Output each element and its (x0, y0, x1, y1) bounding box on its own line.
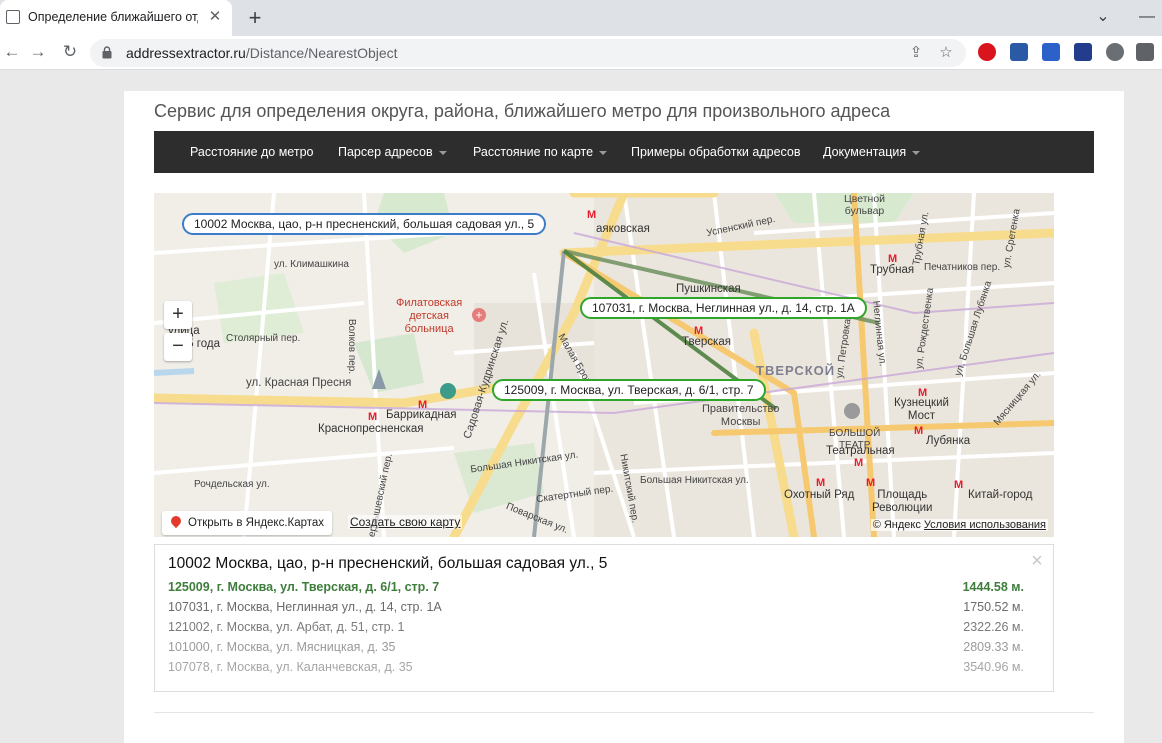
metro-label: Краснопресненская (318, 423, 424, 435)
minimize-icon[interactable]: — (1134, 4, 1160, 30)
metro-icon: М (866, 477, 876, 489)
chevron-down-icon (438, 150, 447, 155)
target-balloon[interactable]: 107031, г. Москва, Неглинная ул., д. 14,… (580, 297, 867, 319)
street-label: ул. Климашкина (274, 259, 349, 270)
street-label: Рочдельская ул. (194, 479, 270, 490)
street-label: Печатников пер. (924, 262, 1001, 273)
result-distance: 1444.58 м. (962, 580, 1024, 594)
back-icon[interactable]: ← (0, 40, 24, 64)
metro-label: Лубянка (926, 435, 971, 447)
result-address: 101000, г. Москва, ул. Мясницкая, д. 35 (168, 640, 396, 654)
metro-icon: М (816, 477, 826, 489)
divider (154, 712, 1094, 713)
nav-item-examples[interactable]: Примеры обработки адресов (631, 131, 801, 173)
metro-icon: М (587, 209, 597, 221)
street-label: Столярный пер. (226, 333, 301, 344)
chevron-down-icon (599, 150, 608, 155)
lock-icon (102, 46, 112, 59)
extensions-puzzle-icon[interactable] (1136, 43, 1154, 61)
result-row: 121002, г. Москва, ул. Арбат, д. 51, стр… (168, 620, 1024, 640)
bookmark-star-icon[interactable]: ☆ (936, 43, 956, 63)
metro-label: Трубная (870, 264, 915, 276)
chevron-down-icon (912, 150, 921, 155)
nav-item-address-parser[interactable]: Парсер адресов (338, 131, 447, 173)
browser-tab[interactable]: Определение ближайшего отде ✕ (0, 0, 232, 36)
new-tab-button[interactable]: + (242, 5, 268, 31)
nearest-results-panel: 10002 Москва, цао, р-н пресненский, боль… (154, 544, 1054, 692)
result-address: 107031, г. Москва, Неглинная ул., д. 14,… (168, 600, 442, 614)
open-yandex-maps-button[interactable]: Открыть в Яндекс.Картах (162, 511, 333, 535)
nav-item-docs[interactable]: Документация (823, 131, 921, 173)
result-distance: 2322.26 м. (963, 620, 1024, 634)
result-address: 107078, г. Москва, ул. Каланчевская, д. … (168, 660, 413, 674)
grid-extension-icon[interactable] (1042, 43, 1060, 61)
s-extension-icon[interactable] (1010, 43, 1028, 61)
origin-balloon[interactable]: 10002 Москва, цао, р-н пресненский, боль… (182, 213, 547, 235)
yandex-map[interactable]: Цветной бульвар Филатовская детская боль… (154, 193, 1054, 537)
result-row: 107078, г. Москва, ул. Каланчевская, д. … (168, 660, 1024, 680)
metro-icon: М (854, 457, 864, 469)
result-row: 125009, г. Москва, ул. Тверская, д. 6/1,… (168, 580, 1024, 600)
result-distance: 3540.96 м. (963, 660, 1024, 674)
zoom-out-button[interactable]: − (164, 333, 192, 361)
metro-label: Пушкинская (676, 283, 741, 295)
results-title: 10002 Москва, цао, р-н пресненский, боль… (168, 555, 608, 572)
main-navbar: Расстояние до метро Парсер адресов Расст… (154, 131, 1094, 173)
reload-icon[interactable]: ↻ (58, 40, 82, 64)
map-copyright: © Яндекс Условия использования (870, 519, 1048, 531)
page-icon (6, 10, 20, 24)
government-label: Правительство Москвы (702, 403, 780, 428)
result-address: 121002, г. Москва, ул. Арбат, д. 51, стр… (168, 620, 405, 634)
share-icon[interactable]: ⇪ (906, 43, 926, 63)
metro-label: Охотный Ряд (784, 489, 855, 501)
metro-label: Баррикадная (386, 409, 457, 421)
metro-label: Тверская (682, 336, 731, 348)
museum-icon (440, 383, 456, 399)
globe-extension-icon[interactable] (1106, 43, 1124, 61)
metro-icon: М (914, 425, 924, 437)
page-title: Сервис для определения округа, района, б… (154, 101, 891, 121)
zoom-in-button[interactable]: + (164, 301, 192, 329)
nav-item-metro-distance[interactable]: Расстояние до метро (190, 131, 313, 173)
tab-search-icon[interactable]: ⌄ (1090, 4, 1116, 30)
tab-title: Определение ближайшего отде (28, 10, 198, 24)
place-label: Цветной бульвар (844, 193, 886, 217)
result-row: 107031, г. Москва, Неглинная ул., д. 14,… (168, 600, 1024, 620)
browser-toolbar: ← → ↻ addressextractor.ru/Distance/Neare… (0, 36, 1162, 70)
result-distance: 1750.52 м. (963, 600, 1024, 614)
result-distance: 2809.33 м. (963, 640, 1024, 654)
close-icon[interactable]: × (1029, 551, 1045, 571)
metro-label: Кузнецкий Мост (894, 397, 949, 422)
result-row: 101000, г. Москва, ул. Мясницкая, д. 35 … (168, 640, 1024, 660)
tab-close-icon[interactable]: ✕ (206, 8, 224, 26)
metro-label: Китай-город (968, 489, 1033, 501)
metro-label: Площадь Революции (872, 489, 933, 514)
create-map-link[interactable]: Создать свою карту (348, 515, 463, 529)
forward-icon[interactable]: → (26, 40, 50, 64)
street-label: Волков пер. (346, 318, 358, 375)
metro-icon: М (954, 479, 964, 491)
nav-item-map-distance[interactable]: Расстояние по карте (473, 131, 608, 173)
opera-extension-icon[interactable] (978, 43, 996, 61)
browser-tab-bar: Определение ближайшего отде ✕ + ⌄ — (0, 0, 1162, 36)
page-container: Сервис для определения округа, района, б… (124, 91, 1124, 743)
hospital-icon: + (472, 308, 486, 322)
result-address: 125009, г. Москва, ул. Тверская, д. 6/1,… (168, 580, 440, 594)
district-label: ТВЕРСКОЙ (756, 363, 836, 378)
metro-label: Театральная (826, 445, 895, 457)
theatre-icon (844, 403, 860, 419)
address-bar[interactable]: addressextractor.ru/Distance/NearestObje… (90, 39, 966, 67)
metro-label: аяковская (596, 223, 650, 235)
terms-link[interactable]: Условия использования (924, 519, 1046, 531)
target-balloon[interactable]: 125009, г. Москва, ул. Тверская, д. 6/1,… (492, 379, 766, 401)
street-label: Большая Никитская ул. (640, 475, 749, 486)
street-label: ул. Красная Пресня (246, 377, 352, 389)
map-pin-icon (168, 513, 184, 529)
hospital-label: Филатовская детская больница (396, 297, 463, 335)
metro-icon: М (368, 411, 378, 423)
translate-extension-icon[interactable] (1074, 43, 1092, 61)
url-text: addressextractor.ru/Distance/NearestObje… (126, 45, 398, 61)
